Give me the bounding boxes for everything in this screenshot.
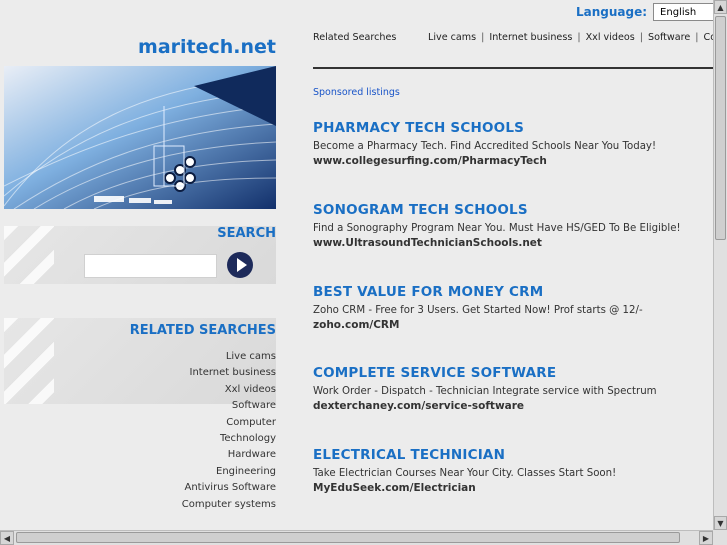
search-input[interactable] xyxy=(84,254,217,278)
search-heading: SEARCH xyxy=(217,226,276,241)
sponsored-label: Sponsored listings xyxy=(313,87,400,98)
scroll-up-icon[interactable]: ▲ xyxy=(714,0,727,14)
listing-url[interactable]: dexterchaney.com/service-software xyxy=(313,400,708,412)
related-link[interactable]: Technology xyxy=(182,431,276,447)
language-selector: Language: English ▼ xyxy=(576,3,727,21)
vertical-scrollbar[interactable]: ▲ ▼ xyxy=(713,0,727,530)
listing-title[interactable]: PHARMACY TECH SCHOOLS xyxy=(313,120,708,136)
listing: PHARMACY TECH SCHOOLS Become a Pharmacy … xyxy=(313,120,708,167)
search-submit-icon[interactable] xyxy=(227,252,253,278)
related-link[interactable]: Computer xyxy=(182,415,276,431)
scroll-right-icon[interactable]: ▶ xyxy=(699,531,713,545)
horizontal-scrollbar[interactable]: ◀ ▶ xyxy=(0,530,713,545)
top-nav-link[interactable]: Software xyxy=(643,32,695,43)
listing-url[interactable]: www.UltrasoundTechnicianSchools.net xyxy=(313,237,708,249)
listing-url[interactable]: zoho.com/CRM xyxy=(313,319,708,331)
top-nav-link[interactable]: Internet business xyxy=(484,32,577,43)
listing-url[interactable]: www.collegesurfing.com/PharmacyTech xyxy=(313,155,708,167)
listing-description: Zoho CRM - Free for 3 Users. Get Started… xyxy=(313,305,643,316)
top-nav-link[interactable]: Live cams xyxy=(423,32,481,43)
scrollbar-corner xyxy=(713,530,727,545)
vertical-scroll-thumb[interactable] xyxy=(715,16,726,240)
related-link[interactable]: Antivirus Software xyxy=(182,480,277,496)
site-title[interactable]: maritech.net xyxy=(138,36,276,58)
related-link[interactable]: Engineering xyxy=(182,464,276,480)
listing-title[interactable]: ELECTRICAL TECHNICIAN xyxy=(313,447,708,463)
top-nav-link[interactable]: Xxl videos xyxy=(581,32,640,43)
scroll-down-icon[interactable]: ▼ xyxy=(714,516,727,530)
top-related-nav: Related Searches Live cams | Internet bus… xyxy=(313,32,713,46)
related-link[interactable]: Internet business xyxy=(182,365,276,381)
listing-title[interactable]: SONOGRAM TECH SCHOOLS xyxy=(313,202,708,218)
language-label: Language: xyxy=(576,5,648,19)
related-link[interactable]: Hardware xyxy=(182,447,276,463)
listing-description: Find a Sonography Program Near You. Must… xyxy=(313,223,681,234)
related-link[interactable]: Live cams xyxy=(182,349,276,365)
listing: COMPLETE SERVICE SOFTWARE Work Order - D… xyxy=(313,365,708,412)
listing-title[interactable]: COMPLETE SERVICE SOFTWARE xyxy=(313,365,708,381)
divider xyxy=(313,67,713,69)
listing: BEST VALUE FOR MONEY CRM Zoho CRM - Free… xyxy=(313,284,708,331)
top-nav-link[interactable]: Computer xyxy=(699,32,713,43)
listing-description: Work Order - Dispatch - Technician Integ… xyxy=(313,386,657,397)
related-searches-heading: RELATED SEARCHES xyxy=(129,323,276,338)
related-searches-list: Live cams Internet business Xxl videos S… xyxy=(182,349,276,513)
listing: SONOGRAM TECH SCHOOLS Find a Sonography … xyxy=(313,202,708,249)
language-selected: English xyxy=(660,6,697,18)
listing: ELECTRICAL TECHNICIAN Take Electrician C… xyxy=(313,447,708,494)
scroll-left-icon[interactable]: ◀ xyxy=(0,531,14,545)
related-link[interactable]: Computer systems xyxy=(182,497,276,513)
listing-description: Take Electrician Courses Near Your City.… xyxy=(313,468,617,479)
listing-url[interactable]: MyEduSeek.com/Electrician xyxy=(313,482,708,494)
related-link[interactable]: Software xyxy=(182,398,276,414)
related-link[interactable]: Xxl videos xyxy=(182,382,276,398)
listing-title[interactable]: BEST VALUE FOR MONEY CRM xyxy=(313,284,708,300)
horizontal-scroll-thumb[interactable] xyxy=(16,532,680,543)
top-nav-label: Related Searches xyxy=(313,32,397,43)
hero-image xyxy=(4,66,276,209)
listing-description: Become a Pharmacy Tech. Find Accredited … xyxy=(313,141,657,152)
